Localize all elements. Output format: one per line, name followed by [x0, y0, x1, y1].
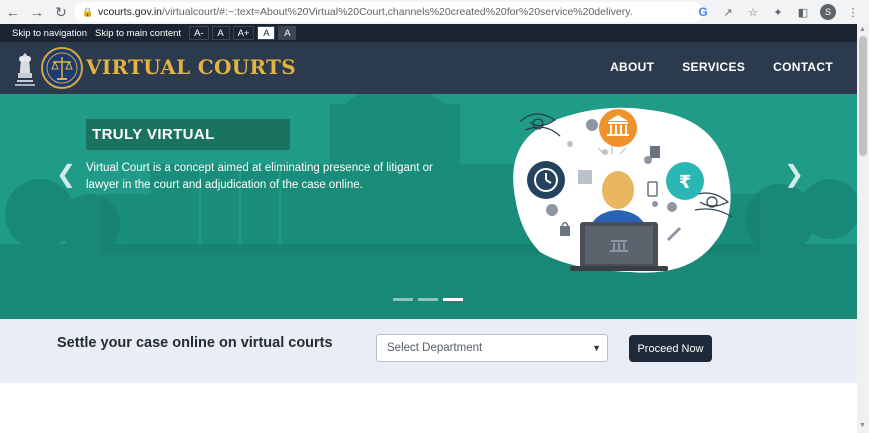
- settle-section: Settle your case online on virtual court…: [0, 319, 857, 383]
- department-select-value: Select Department: [387, 342, 483, 354]
- nav-about[interactable]: ABOUT: [610, 60, 654, 74]
- url-path: /virtualcourt/#:~:text=About%20Virtual%2…: [162, 6, 633, 18]
- google-icon[interactable]: G: [695, 4, 711, 20]
- contrast-light-button[interactable]: A: [257, 26, 276, 40]
- carousel-dot-3[interactable]: [443, 298, 463, 301]
- back-icon[interactable]: ←: [2, 1, 24, 23]
- carousel-indicators: [393, 298, 463, 301]
- lock-icon[interactable]: 🔒: [82, 7, 93, 17]
- menu-icon[interactable]: ⋮: [845, 4, 861, 20]
- font-normal-button[interactable]: A: [211, 26, 230, 40]
- virtual-court-illustration: ₹: [513, 107, 733, 273]
- chevron-down-icon: ▼: [592, 343, 601, 353]
- department-select[interactable]: Select Department ▼: [376, 334, 608, 362]
- main-nav: ABOUT SERVICES CONTACT: [610, 60, 833, 74]
- page-scrollbar[interactable]: ▲ ▼: [857, 24, 869, 433]
- skip-main-content-link[interactable]: Skip to main content: [95, 28, 181, 39]
- font-increase-button[interactable]: A+: [232, 26, 255, 40]
- share-icon[interactable]: ↗: [720, 4, 736, 20]
- address-bar[interactable]: 🔒 vcourts.gov.in/virtualcourt/#:~:text=A…: [74, 2, 703, 22]
- hero-title: TRULY VIRTUAL: [92, 126, 215, 143]
- toolbar-actions: G ↗ ☆ ✦ ◧ S ⋮: [695, 2, 861, 22]
- extensions-icon[interactable]: ✦: [770, 4, 786, 20]
- hero-description: Virtual Court is a concept aimed at elim…: [86, 162, 433, 191]
- profile-avatar[interactable]: S: [820, 4, 836, 20]
- national-emblem-icon: [15, 53, 35, 86]
- reload-icon[interactable]: ↻: [50, 1, 72, 23]
- proceed-now-button[interactable]: Proceed Now: [629, 335, 712, 362]
- site-header: VIRTUAL COURTS ABOUT SERVICES CONTACT: [0, 42, 857, 94]
- accessibility-bar: Skip to navigation Skip to main content …: [0, 24, 857, 42]
- skip-navigation-link[interactable]: Skip to navigation: [12, 28, 87, 39]
- hero-carousel: TRULY VIRTUAL Virtual Court is a concept…: [0, 94, 857, 319]
- hero-title-box: TRULY VIRTUAL: [86, 119, 290, 150]
- carousel-dot-2[interactable]: [418, 298, 438, 301]
- forward-icon[interactable]: →: [26, 1, 48, 23]
- scroll-up-icon[interactable]: ▲: [859, 26, 866, 33]
- contrast-dark-button[interactable]: A: [278, 26, 297, 40]
- font-decrease-button[interactable]: A-: [189, 26, 209, 40]
- star-icon[interactable]: ☆: [745, 4, 761, 20]
- scroll-down-icon[interactable]: ▼: [859, 422, 866, 429]
- nav-contact[interactable]: CONTACT: [773, 60, 833, 74]
- scroll-thumb[interactable]: [859, 36, 867, 156]
- browser-toolbar: ← → ↻ 🔒 vcourts.gov.in/virtualcourt/#:~:…: [0, 0, 869, 24]
- carousel-next-chevron-icon[interactable]: ❯: [784, 160, 804, 189]
- site-brand[interactable]: VIRTUAL COURTS: [86, 55, 296, 79]
- court-logo-icon[interactable]: [41, 47, 83, 89]
- rupee-symbol: ₹: [679, 172, 692, 193]
- carousel-prev-chevron-icon[interactable]: ❮: [56, 160, 76, 189]
- sidepanel-icon[interactable]: ◧: [795, 4, 811, 20]
- settle-heading: Settle your case online on virtual court…: [57, 335, 333, 351]
- url-domain: vcourts.gov.in: [98, 6, 162, 18]
- nav-services[interactable]: SERVICES: [682, 60, 745, 74]
- carousel-dot-1[interactable]: [393, 298, 413, 301]
